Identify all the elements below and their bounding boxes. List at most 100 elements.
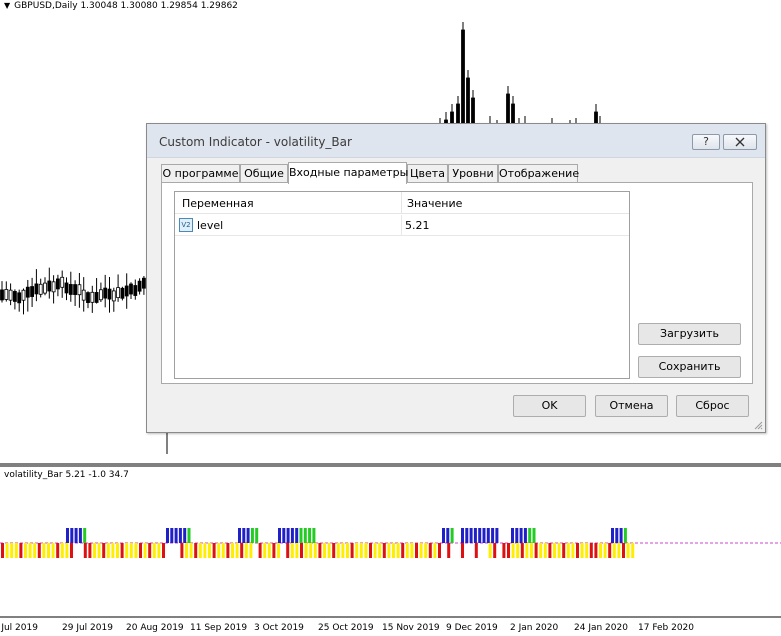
volatility-bar	[332, 543, 336, 558]
volatility-up-bar	[308, 528, 312, 543]
volatility-up-bar	[282, 528, 286, 543]
tab-display[interactable]: Отображение	[498, 164, 579, 183]
volatility-bar	[405, 543, 409, 558]
volatility-bar	[134, 543, 138, 558]
volatility-bar	[382, 543, 386, 558]
volatility-bar	[520, 543, 524, 558]
cancel-button[interactable]: Отмена	[595, 395, 668, 417]
volatility-up-bar	[528, 528, 532, 543]
volatility-bar	[231, 543, 234, 558]
volatility-bar	[300, 543, 303, 558]
volatility-bar	[152, 543, 156, 558]
volatility-bar	[419, 543, 423, 558]
volatility-bar	[65, 543, 69, 558]
volatility-bar	[488, 543, 492, 558]
tab-colors[interactable]: Цвета	[407, 164, 448, 183]
volatility-bar	[530, 543, 533, 558]
tab-common[interactable]: Общие	[240, 164, 288, 183]
volatility-bar	[548, 543, 552, 558]
dropdown-triangle-icon[interactable]: ▼	[4, 1, 10, 10]
volatility-bar	[424, 543, 428, 558]
volatility-up-bar	[623, 528, 627, 543]
reset-button[interactable]: Сброс	[676, 395, 749, 417]
volatility-bar	[33, 543, 37, 558]
row-value[interactable]: 5.21	[405, 219, 430, 232]
volatility-bar	[102, 543, 106, 558]
help-button[interactable]: ?	[692, 134, 720, 150]
header-value[interactable]: Значение	[407, 197, 462, 210]
volatility-up-bar	[465, 528, 469, 543]
volatility-bar	[369, 543, 372, 558]
volatility-up-bar	[619, 528, 623, 543]
date-label: 15 Nov 2019	[382, 623, 440, 633]
volatility-bar	[580, 543, 584, 558]
volatility-bar	[185, 543, 188, 558]
volatility-bar	[125, 543, 129, 558]
volatility-bar	[226, 543, 230, 558]
date-label: 29 Jul 2019	[62, 623, 113, 633]
resize-grip-icon[interactable]	[753, 420, 763, 430]
column-separator	[401, 192, 402, 214]
volatility-up-bar	[515, 528, 519, 543]
volatility-bar	[428, 543, 432, 558]
volatility-up-bar	[519, 528, 523, 543]
save-button[interactable]: Сохранить	[638, 356, 741, 378]
volatility-bar	[525, 543, 529, 558]
tab-inputs[interactable]: Входные параметры	[288, 162, 408, 184]
volatility-bar	[208, 543, 211, 558]
volatility-bar	[28, 543, 32, 558]
candle-body	[38, 283, 43, 295]
tab-levels[interactable]: Уровни	[448, 164, 498, 183]
volatility-bar	[566, 543, 570, 558]
volatility-up-bar	[250, 528, 254, 543]
volatility-bar	[447, 543, 451, 558]
volatility-bar	[286, 543, 290, 558]
dialog-titlebar[interactable]: Custom Indicator - volatility_Bar ?	[147, 124, 765, 158]
volatility-bar	[373, 543, 377, 558]
candle-body	[471, 97, 475, 124]
date-label: 11 Sep 2019	[190, 623, 248, 633]
volatility-bar	[143, 543, 147, 558]
load-button[interactable]: Загрузить	[638, 323, 741, 345]
volatility-bar	[603, 543, 607, 558]
row-separator	[401, 215, 402, 236]
volatility-up-bar	[238, 528, 241, 543]
ok-button[interactable]: OK	[513, 395, 586, 417]
candle-body	[99, 289, 103, 301]
volatility-bar	[139, 543, 142, 558]
header-variable[interactable]: Переменная	[182, 197, 254, 210]
close-button[interactable]	[723, 134, 757, 150]
candle-body	[594, 111, 598, 124]
candle-body	[124, 285, 129, 297]
volatility-up-bar	[312, 528, 316, 543]
variable-icon: V2	[179, 218, 193, 232]
volatility-bar	[612, 543, 616, 558]
candle-body	[103, 287, 108, 299]
tab-about[interactable]: О программе	[161, 164, 240, 183]
volatility-bar	[313, 543, 317, 558]
volatility-bar	[203, 543, 207, 558]
volatility-bar	[553, 543, 556, 558]
volatility-up-bar	[469, 528, 473, 543]
volatility-up-bar	[442, 528, 445, 543]
volatility-up-bar	[83, 528, 87, 543]
symbol-text: GBPUSD,Daily 1.30048 1.30080 1.29854 1.2…	[14, 1, 238, 11]
candle-body	[456, 103, 460, 124]
volatility-bar	[19, 543, 23, 558]
candle-body	[8, 289, 13, 301]
volatility-bar	[309, 543, 313, 558]
candle-body	[25, 286, 30, 298]
candle-body	[12, 291, 17, 302]
volatility-bar	[24, 543, 27, 558]
table-row[interactable]: V2 level 5.21	[175, 215, 629, 236]
date-label: 20 Aug 2019	[126, 623, 184, 633]
date-label: 16 Jul 2019	[0, 623, 38, 633]
volatility-bar	[562, 543, 566, 558]
volatility-up-bar	[511, 528, 514, 543]
volatility-bar	[617, 543, 621, 558]
date-label: 24 Jan 2020	[574, 623, 628, 633]
candle-body	[86, 292, 90, 303]
volatility-up-bar	[473, 528, 477, 543]
candle-body	[51, 281, 56, 293]
volatility-bar	[410, 543, 414, 558]
